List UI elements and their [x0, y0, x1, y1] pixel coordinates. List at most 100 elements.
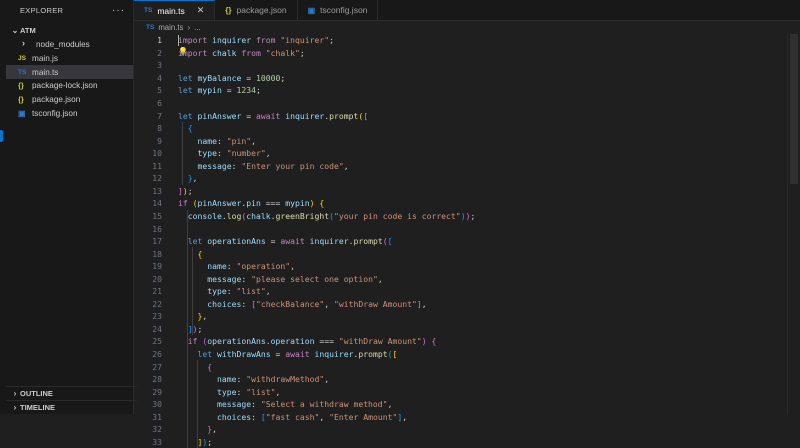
line-number: 26 — [152, 349, 162, 360]
code-token: name — [216, 374, 237, 385]
code-line: 10 type: "number", — [134, 147, 800, 160]
editor-scrollbar[interactable] — [787, 34, 800, 414]
code-token: 10000 — [255, 72, 281, 83]
code-token: "operation" — [236, 261, 291, 272]
code-text: let withDrawAns = await inquirer.prompt(… — [178, 349, 398, 360]
code-text: type: "list", — [178, 387, 280, 397]
tab-label: package.json — [236, 5, 287, 15]
line-number: 7 — [157, 110, 162, 121]
code-line: 29 type: "list", — [134, 385, 800, 398]
code-text: name: "operation", — [178, 261, 295, 271]
explorer-sidebar: EXPLORER ··· ⌄ ATM › node_modules JS main.j… — [6, 0, 137, 414]
code-text: ]); — [178, 324, 203, 334]
file-tree-item[interactable]: {} package.json — [6, 93, 133, 107]
code-line: 6 — [134, 97, 800, 110]
line-number: 28 — [152, 374, 162, 385]
file-tree-item[interactable]: ▣ tsconfig.json — [6, 106, 133, 120]
code-line: 2 import chalk from "chalk"; — [134, 47, 800, 60]
timeline-section[interactable]: › TIMELINE — [6, 400, 137, 414]
code-token: pin — [246, 198, 261, 209]
tab-tsconfig-json[interactable]: ▣ tsconfig.json — [298, 0, 379, 20]
code-token: , — [265, 286, 271, 297]
code-token: "Enter your pin code" — [241, 160, 344, 171]
file-tree-item[interactable]: {} package-lock.json — [6, 79, 133, 93]
code-text: import chalk from "chalk"; — [178, 48, 305, 58]
file-tree-item[interactable]: TS main.ts — [6, 65, 133, 80]
line-number: 32 — [152, 424, 162, 435]
code-token: prompt — [358, 349, 388, 360]
line-number: 23 — [152, 311, 162, 322]
line-number: 21 — [152, 286, 162, 297]
code-token: type — [197, 148, 218, 159]
code-line: 8 { — [134, 122, 800, 135]
close-icon[interactable]: ✕ — [197, 5, 205, 16]
code-token: , — [290, 261, 295, 272]
line-number: 2 — [157, 47, 162, 58]
folder-atm[interactable]: ⌄ ATM — [6, 22, 133, 38]
chevron-right-icon: › — [22, 37, 25, 48]
code-token: : — [217, 148, 227, 159]
file-tree-label: package-lock.json — [32, 81, 98, 91]
code-text: message: "Select a withdraw method", — [178, 399, 392, 409]
code-line: 20 message: "please select one option", — [134, 272, 800, 285]
code-token: await — [255, 110, 281, 121]
code-token: === — [260, 198, 286, 209]
line-number: 27 — [152, 361, 162, 372]
typescript-icon: TS — [144, 7, 153, 14]
outline-section[interactable]: › OUTLINE — [6, 386, 137, 400]
code-token: { — [207, 361, 213, 372]
code-token: = — [241, 72, 256, 83]
line-number: 3 — [157, 60, 162, 71]
code-token: let — [178, 110, 193, 121]
code-editor[interactable]: 1 import inquirer from "inquirer"; 2 import… — [134, 34, 800, 448]
code-token: , — [192, 173, 198, 184]
code-line: 21 type: "list", — [134, 285, 800, 298]
code-token: operationAns — [207, 236, 266, 247]
indent-guide — [187, 347, 188, 448]
js-file-icon: JS — [18, 55, 26, 63]
lightbulb-icon[interactable]: 💡 — [178, 47, 188, 56]
tab-label: tsconfig.json — [320, 5, 368, 15]
code-token: = — [265, 236, 281, 247]
code-text: { — [178, 123, 193, 133]
code-text: choices: ["checkBalance", "withDraw Amou… — [178, 298, 427, 309]
code-token: withDrawAns — [217, 349, 271, 360]
code-text: console.log(chalk.greenBright("your pin … — [178, 210, 476, 221]
breadcrumb: TS main.ts › ... — [134, 21, 201, 34]
file-tree: › node_modules JS main.js TS main.ts {} package… — [6, 38, 133, 120]
chevron-down-icon: ⌄ — [11, 25, 19, 35]
code-token: = — [241, 110, 256, 121]
line-number: 5 — [157, 85, 162, 96]
more-actions-icon[interactable]: ··· — [112, 5, 125, 16]
code-token: , — [324, 298, 334, 309]
code-token: , — [377, 273, 383, 284]
code-line: 27 { — [134, 360, 800, 373]
ts-file-icon: TS — [18, 68, 27, 76]
code-text: if (operationAns.operation === "withDraw… — [178, 336, 437, 346]
code-token: console — [187, 210, 222, 221]
code-token: inquirer — [285, 110, 325, 121]
file-tree-item[interactable]: › node_modules — [6, 38, 133, 52]
code-token: "list" — [236, 286, 266, 297]
code-token: { — [197, 248, 203, 259]
code-token: "checkBalance" — [256, 298, 325, 309]
code-token: , — [421, 298, 427, 309]
code-token: : — [241, 273, 252, 284]
tab-package-json[interactable]: {} package.json — [215, 0, 298, 20]
file-tree-label: main.js — [32, 54, 58, 64]
line-number: 13 — [152, 185, 162, 196]
breadcrumb-file[interactable]: main.ts — [158, 23, 183, 32]
code-line: 19 name: "operation", — [134, 260, 800, 273]
code-token: : — [217, 135, 227, 146]
code-token: ; — [256, 85, 261, 96]
code-token: : — [226, 261, 237, 272]
code-token: prompt — [353, 236, 383, 247]
code-token: [ — [392, 349, 398, 360]
code-token: "your pin code is correct" — [333, 210, 461, 221]
text-cursor — [178, 35, 179, 46]
breadcrumb-symbol[interactable]: ... — [194, 23, 201, 32]
tab-main-ts[interactable]: TS main.ts ✕ — [134, 0, 216, 20]
scrollbar-thumb[interactable] — [790, 34, 798, 184]
code-token: : — [231, 160, 242, 171]
